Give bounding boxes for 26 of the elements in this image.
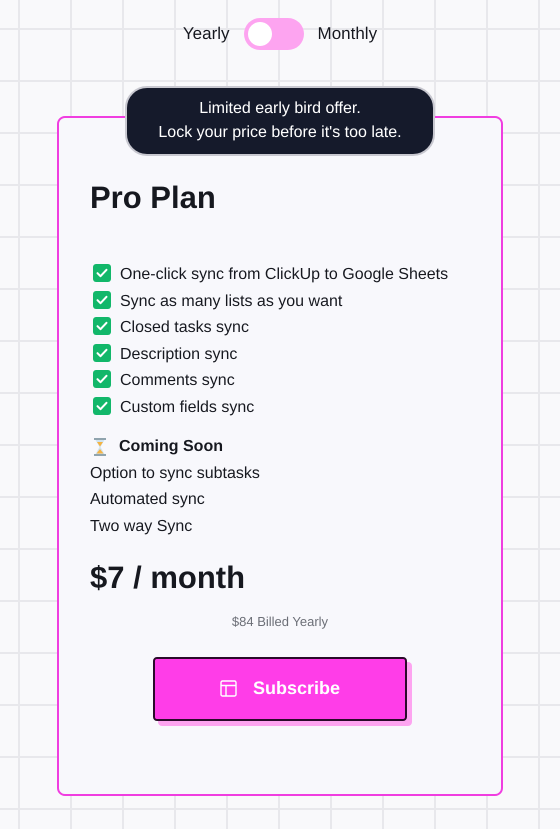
yearly-label: Yearly [182, 23, 230, 46]
checkbox-icon [93, 290, 111, 308]
feature-text: Description sync [120, 346, 238, 362]
coming-soon-heading: Coming Soon [119, 437, 223, 457]
monthly-label: Monthly [318, 23, 378, 46]
feature-text: Comments sync [120, 372, 235, 389]
upcoming-feature: Option to sync subtasks [90, 464, 261, 484]
offer-text: Limited early bird offer. [199, 99, 361, 119]
feature-text: Sync as many lists as you want [120, 292, 342, 310]
price: $7 / month [90, 559, 246, 597]
checkbox-icon [93, 317, 111, 335]
plan-title: Pro Plan [90, 179, 217, 217]
upcoming-feature: Two way Sync [90, 516, 194, 536]
billed-note: $84 Billed Yearly [232, 613, 328, 631]
checkbox-icon [93, 396, 111, 414]
hourglass-icon [94, 438, 106, 456]
offer-text: Lock your price before it's too late. [158, 123, 402, 143]
checkbox-icon [93, 370, 111, 388]
feature-text: One-click sync from ClickUp to Google Sheets [120, 266, 448, 283]
billing-toggle[interactable] [244, 18, 304, 50]
feature-text: Closed tasks sync [120, 319, 249, 336]
checkbox-icon [93, 264, 111, 282]
feature-text: Custom fields sync [120, 398, 254, 416]
checkbox-icon [93, 344, 111, 362]
upcoming-feature: Automated sync [90, 490, 206, 510]
table-icon [220, 680, 237, 697]
